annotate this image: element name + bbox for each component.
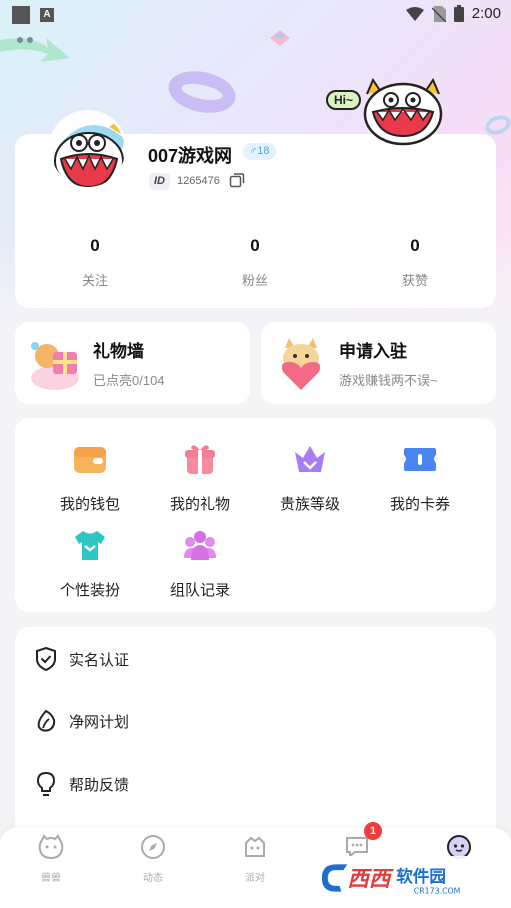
- gift-wall-progress: 已点亮0/104: [93, 373, 165, 388]
- grid-label-gift: 我的礼物: [169, 496, 230, 513]
- nav-tab-party[interactable]: 派对: [215, 834, 295, 884]
- following-label: 关注: [81, 273, 108, 288]
- grid-item-noble[interactable]: 贵族等级: [255, 442, 365, 514]
- status-bar: A 2:00: [0, 0, 511, 30]
- message-badge: 1: [364, 822, 382, 840]
- hi-speech-bubble: Hi~: [326, 90, 362, 110]
- gift-wall-icon: [31, 342, 79, 390]
- nav-tab-feed[interactable]: 动态: [113, 834, 193, 884]
- grid-label-wallet: 我的钱包: [59, 496, 120, 513]
- battery-icon: [453, 5, 464, 22]
- list-item-clean-net[interactable]: 净网计划: [35, 709, 129, 733]
- list-item-realname[interactable]: 实名认证: [35, 647, 129, 671]
- stat-following[interactable]: 0 关注: [45, 236, 145, 289]
- ticket-icon: [404, 448, 436, 471]
- wifi-icon: [405, 6, 424, 21]
- settings-list-card: 实名认证 净网计划 帮助反馈: [15, 627, 496, 847]
- apply-settle-card[interactable]: 申请入驻 游戏赚钱两不误~: [261, 322, 496, 404]
- apply-subtitle: 游戏赚钱两不误~: [339, 373, 438, 388]
- watermark-logo-icon: 西西 软件园 CR173.COM: [321, 864, 461, 896]
- list-label-realname: 实名认证: [69, 651, 130, 669]
- grid-item-wallet[interactable]: 我的钱包: [35, 442, 145, 514]
- no-sim-icon: [431, 5, 446, 22]
- grid-label-coupon: 我的卡券: [389, 496, 450, 513]
- apply-title: 申请入驻: [339, 342, 407, 361]
- likes-count: 0: [410, 236, 420, 255]
- fans-label: 粉丝: [241, 273, 268, 288]
- crown-icon: [295, 446, 325, 472]
- following-count: 0: [90, 236, 100, 255]
- feature-grid-card: 我的钱包 我的礼物 贵族等级 我的卡券 个性装扮 组队记录: [15, 418, 496, 612]
- svg-text:西西: 西西: [347, 867, 394, 892]
- arrow-decoration-icon: [0, 37, 70, 62]
- gem-decoration-icon: [270, 30, 290, 46]
- gift-wall-title: 礼物墙: [93, 342, 144, 361]
- svg-text:软件园: 软件园: [396, 866, 446, 886]
- username: 007游戏网: [148, 146, 233, 166]
- compass-icon: [141, 835, 165, 859]
- gift-wall-card[interactable]: 礼物墙 已点亮0/104: [15, 322, 250, 404]
- nav-label-feed: 动态: [143, 873, 163, 884]
- a-icon: A: [40, 8, 54, 22]
- gift-icon: [185, 445, 215, 474]
- avatar[interactable]: [48, 110, 128, 190]
- likes-label: 获赞: [401, 273, 428, 288]
- watermark: 西西 软件园 CR173.COM: [312, 856, 492, 900]
- grid-item-coupon[interactable]: 我的卡券: [365, 442, 475, 514]
- party-icon: [245, 836, 265, 857]
- nav-label-party: 派对: [245, 873, 265, 884]
- list-label-clean-net: 净网计划: [69, 713, 130, 731]
- clock: 2:00: [471, 5, 501, 22]
- grid-label-dressup: 个性装扮: [59, 582, 120, 599]
- nav-label-beast: 兽兽: [41, 873, 61, 884]
- copy-icon[interactable]: [229, 172, 245, 188]
- grid-label-team: 组队记录: [169, 582, 230, 599]
- grid-item-dressup[interactable]: 个性装扮: [35, 528, 145, 600]
- fans-count: 0: [250, 236, 260, 255]
- grid-item-team[interactable]: 组队记录: [145, 528, 255, 600]
- nav-tab-beast[interactable]: 兽兽: [11, 834, 91, 884]
- notification-icon: [12, 6, 30, 24]
- grid-label-noble: 贵族等级: [279, 496, 340, 513]
- user-id: 1265476: [177, 175, 220, 187]
- cat-heart-icon: [281, 338, 321, 390]
- lightbulb-icon: [36, 771, 56, 796]
- wallet-icon: [74, 447, 106, 473]
- id-label: ID: [149, 173, 170, 190]
- svg-text:CR173.COM: CR173.COM: [414, 887, 461, 896]
- stat-fans[interactable]: 0 粉丝: [205, 236, 305, 289]
- team-icon: [184, 531, 216, 560]
- list-item-help[interactable]: 帮助反馈: [35, 771, 129, 797]
- shield-check-icon: [36, 647, 56, 671]
- beast-icon: [38, 834, 64, 860]
- tshirt-icon: [75, 531, 105, 560]
- list-label-help: 帮助反馈: [69, 776, 130, 794]
- grid-item-gift[interactable]: 我的礼物: [145, 442, 255, 514]
- gender-age-badge: ♂18: [243, 143, 276, 160]
- leaf-icon: [37, 709, 56, 732]
- monster-mascot-icon: [363, 78, 443, 146]
- stat-likes[interactable]: 0 获赞: [365, 236, 465, 289]
